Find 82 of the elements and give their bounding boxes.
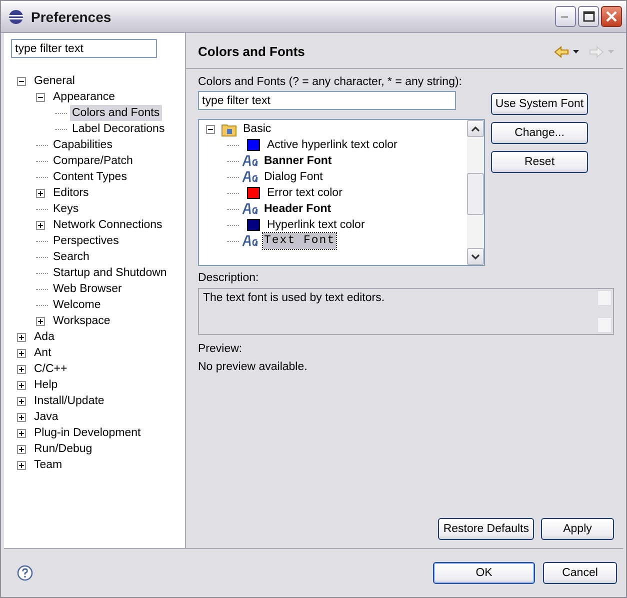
scroll-up-icon[interactable] [471,126,480,132]
expand-icon[interactable] [36,220,45,230]
tree-item[interactable]: Workspace [51,313,112,329]
tree-item[interactable]: Help [32,377,60,393]
expand-icon[interactable] [17,380,26,390]
collapse-icon[interactable] [206,124,215,134]
page-title: Colors and Fonts [198,44,305,59]
expand-icon[interactable] [36,188,45,198]
expand-icon[interactable] [17,428,26,438]
tree-item[interactable]: Appearance [51,89,118,105]
action-button[interactable]: Use System Font [491,93,588,115]
scroll-down-icon[interactable] [471,254,480,260]
tree-item[interactable]: General [32,73,77,89]
maximize-button[interactable] [578,6,599,27]
tree-item[interactable]: Team [32,457,64,473]
tree-item[interactable]: Welcome [51,297,103,313]
tree-item[interactable]: Dialog Font [263,169,324,185]
font-icon [242,155,260,167]
window-title: Preferences [31,8,112,24]
expand-icon[interactable] [17,444,26,454]
collapse-icon[interactable] [36,92,45,102]
expand-icon[interactable] [36,316,45,326]
tree-item[interactable]: Header Font [263,201,332,217]
tree-item[interactable]: Web Browser [51,281,124,297]
tree-item[interactable]: Keys [51,201,81,217]
tree-item[interactable]: Startup and Shutdown [51,265,169,281]
expand-icon[interactable] [17,364,26,374]
action-button[interactable]: Reset [491,151,588,173]
maximize-icon [582,11,594,22]
expand-icon[interactable] [17,396,26,406]
tree-item[interactable]: Banner Font [263,153,333,169]
tree-item[interactable]: Colors and Fonts [70,105,162,121]
expand-icon[interactable] [17,412,26,422]
dialog-button[interactable]: Cancel [543,562,617,584]
tree-item[interactable]: Perspectives [51,233,121,249]
dropdown-icon[interactable] [572,50,580,54]
tree-item[interactable]: Error text color [266,185,344,201]
minimize-button[interactable] [555,6,576,27]
scrollbar[interactable] [597,290,612,333]
tree-item[interactable]: Search [51,249,92,265]
collapse-icon[interactable] [17,76,26,86]
tree-item[interactable]: Network Connections [51,217,164,233]
tree-item[interactable]: Ant [32,345,54,361]
tree-item[interactable]: Ada [32,329,56,345]
expand-icon[interactable] [17,460,26,470]
tree-item[interactable]: Hyperlink text color [266,217,366,233]
tree-item[interactable]: Active hyperlink text color [266,137,398,153]
app-icon [8,8,24,24]
tree-item[interactable]: Editors [51,185,91,201]
help-icon[interactable] [17,565,33,581]
filter-field[interactable]: type filter text [11,39,157,58]
filter-label: Colors and Fonts (? = any character, * = any string): [198,76,463,88]
filter-field[interactable]: type filter text [198,91,456,110]
tree-item[interactable]: Basic [242,121,272,137]
font-icon [242,171,260,183]
tree-item[interactable]: Install/Update [32,393,106,409]
scrollbar[interactable] [467,120,484,265]
tree-item[interactable]: C/C++ [32,361,70,377]
tree-item[interactable]: Plug-in Development [32,425,143,441]
action-button[interactable]: Change... [491,122,588,144]
tree-item[interactable]: Java [32,409,60,425]
font-icon [242,203,260,215]
description-label: Description: [198,272,260,284]
action-button[interactable]: Restore Defaults [438,518,534,540]
expand-icon[interactable] [17,332,26,342]
dialog-button[interactable]: OK [433,562,535,584]
expand-icon[interactable] [17,348,26,358]
tree-item[interactable]: Content Types [51,169,129,185]
tree-item[interactable]: Label Decorations [70,121,167,137]
minimize-icon [561,15,570,18]
action-button[interactable]: Apply [541,518,614,540]
description-text: The text font is used by text editors. [203,292,385,306]
tree-item[interactable]: Compare/Patch [51,153,135,169]
font-icon [242,235,260,247]
close-button[interactable] [601,6,622,27]
folder-icon [221,122,239,136]
tree-item[interactable]: Capabilities [51,137,114,153]
preview-label: Preview: [198,343,244,355]
tree-item[interactable]: Run/Debug [32,441,94,457]
close-icon [606,11,617,22]
tree-item[interactable]: Text Font [263,233,336,249]
preview-text: No preview available. [198,361,308,373]
